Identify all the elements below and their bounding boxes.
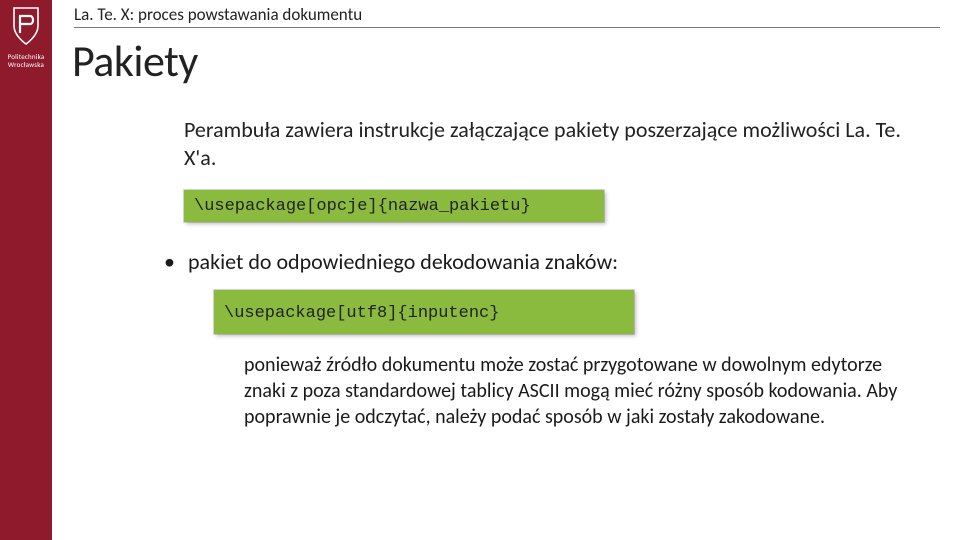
code-block-usepackage-inputenc: \usepackage[utf8]{inputenc} (214, 290, 634, 334)
code-block-usepackage-generic: \usepackage[opcje]{nazwa_pakietu} (184, 190, 604, 222)
brand-line2: Wrocławska (8, 61, 45, 69)
page-title: Pakiety (72, 34, 940, 88)
list-item: pakiet do odpowiedniego dekodowania znak… (162, 248, 910, 430)
bullet-text: pakiet do odpowiedniego dekodowania znak… (188, 248, 618, 275)
explain-text: ponieważ źródło dokumentu może zostać pr… (244, 352, 900, 430)
brand-stripe: Politechnika Wrocławska (0, 0, 52, 540)
intro-text: Perambuła zawiera instrukcje załączające… (184, 116, 910, 172)
code-text: \usepackage[opcje]{nazwa_pakietu} (194, 197, 531, 216)
shield-icon (10, 6, 42, 51)
code-text: \usepackage[utf8]{inputenc} (224, 304, 499, 323)
slide-body: Perambuła zawiera instrukcje załączające… (184, 116, 910, 430)
breadcrumb: La. Te. X: proces powstawania dokumentu (74, 0, 940, 28)
slide-content: La. Te. X: proces powstawania dokumentu … (74, 0, 940, 540)
brand-name: Politechnika Wrocławska (8, 53, 45, 69)
